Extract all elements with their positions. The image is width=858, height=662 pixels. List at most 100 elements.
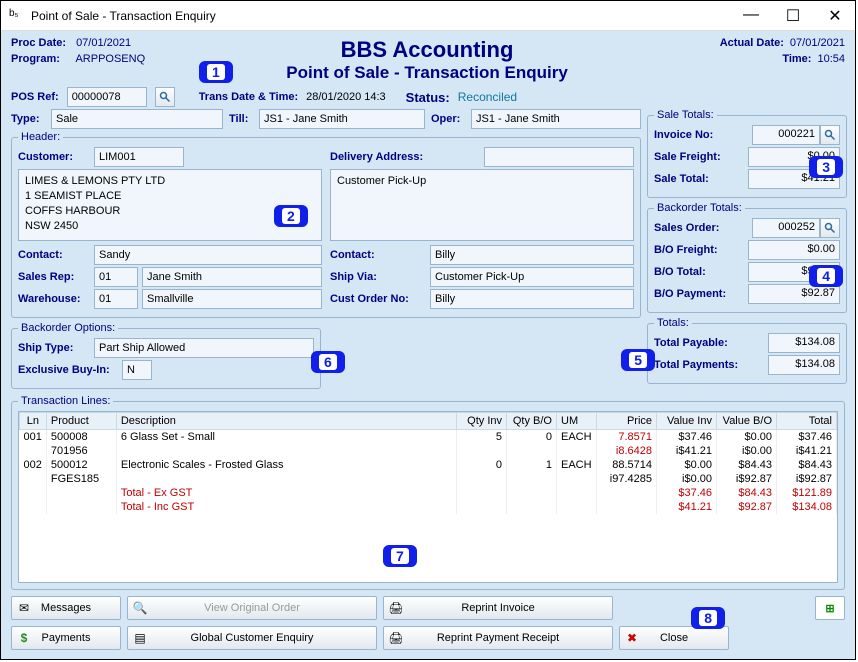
col-total[interactable]: Total — [777, 413, 837, 430]
col-qtybo[interactable]: Qty B/O — [507, 413, 557, 430]
oper-label: Oper: — [431, 113, 465, 125]
table-row[interactable]: 701956i8.6428i$41.21i$0.00i$41.21 — [20, 444, 837, 458]
bo-totals-legend: Backorder Totals: — [654, 202, 745, 214]
invoice-no-label: Invoice No: — [654, 129, 752, 141]
titlebar: b₅ Point of Sale - Transaction Enquiry —… — [1, 1, 855, 31]
col-um[interactable]: UM — [557, 413, 597, 430]
export-excel-button[interactable]: ⊞ — [815, 596, 845, 620]
bo-payment-label: B/O Payment: — [654, 288, 748, 300]
cust-ord-field[interactable]: Billy — [430, 289, 634, 309]
close-window-button[interactable]: ✕ — [823, 6, 847, 26]
col-valinv[interactable]: Value Inv — [657, 413, 717, 430]
actual-date-label: Actual Date: — [709, 37, 784, 49]
dollar-icon: $ — [16, 631, 32, 645]
invoice-search-button[interactable] — [820, 125, 840, 145]
totals-legend: Totals: — [654, 317, 692, 329]
bo-total-label: B/O Total: — [654, 266, 748, 278]
table-row[interactable]: FGES185i97.4285i$0.00i$92.87i$92.87 — [20, 472, 837, 486]
oper-field[interactable]: JS1 - Jane Smith — [471, 109, 641, 129]
contact2-label: Contact: — [330, 249, 426, 261]
whse-code-field[interactable]: 01 — [94, 289, 138, 309]
time-label: Time: — [736, 53, 811, 65]
sales-order-field[interactable]: 000252 — [752, 218, 820, 238]
col-qtyinv[interactable]: Qty Inv — [457, 413, 507, 430]
customer-label: Customer: — [18, 151, 90, 163]
invoice-no-field[interactable]: 000221 — [752, 125, 820, 145]
excl-buy-label: Exclusive Buy-In: — [18, 364, 118, 376]
table-row[interactable]: 002500012Electronic Scales - Frosted Gla… — [20, 458, 837, 472]
rep-code-field[interactable]: 01 — [94, 267, 138, 287]
proc-date-label: Proc Date: — [11, 37, 73, 49]
printer-icon: 🖨 — [388, 601, 404, 615]
ship-via-field[interactable]: Customer Pick-Up — [430, 267, 634, 287]
contact2-field[interactable]: Billy — [430, 245, 634, 265]
type-field[interactable]: Sale — [51, 109, 223, 129]
lines-table: Ln Product Description Qty Inv Qty B/O U… — [19, 412, 837, 514]
sale-totals-fieldset: Sale Totals: Invoice No:000221 Sale Frei… — [647, 109, 847, 198]
header-fieldset: Header: Customer:LIM001 LIMES & LEMONS P… — [11, 131, 641, 318]
rep-label: Sales Rep: — [18, 271, 90, 283]
sale-total-label: Sale Total: — [654, 173, 748, 185]
view-original-order-button[interactable]: 🔍View Original Order — [127, 596, 377, 620]
delivery-label: Delivery Address: — [330, 151, 480, 163]
app-window: b₅ Point of Sale - Transaction Enquiry —… — [0, 0, 856, 660]
bo-total-field: $92.87 — [748, 262, 840, 282]
totals-fieldset: Totals: Total Payable:$134.08 Total Paym… — [647, 317, 847, 384]
bo-totals-fieldset: Backorder Totals: Sales Order:000252 B/O… — [647, 202, 847, 313]
excl-buy-field[interactable]: N — [122, 360, 152, 380]
bo-freight-label: B/O Freight: — [654, 244, 748, 256]
lines-legend: Transaction Lines: — [18, 395, 113, 407]
till-field[interactable]: JS1 - Jane Smith — [259, 109, 425, 129]
printer-icon: 🖨 — [388, 631, 404, 645]
col-price[interactable]: Price — [597, 413, 657, 430]
pos-ref-search-button[interactable] — [155, 87, 175, 107]
customer-field[interactable]: LIM001 — [94, 147, 184, 167]
table-row[interactable]: 0015000086 Glass Set - Small50EACH7.8571… — [20, 430, 837, 445]
total-payable-field: $134.08 — [768, 333, 840, 353]
backorder-options-fieldset: Backorder Options: Ship Type:Part Ship A… — [11, 322, 321, 389]
payments-button[interactable]: $Payments — [11, 626, 121, 650]
global-customer-enquiry-button[interactable]: ▤Global Customer Enquiry — [127, 626, 377, 650]
col-desc[interactable]: Description — [116, 413, 456, 430]
close-icon: ✖ — [624, 631, 640, 645]
total-payments-label: Total Payments: — [654, 359, 768, 371]
whse-name-field[interactable]: Smallville — [142, 289, 322, 309]
maximize-button[interactable]: ☐ — [781, 6, 805, 26]
till-label: Till: — [229, 113, 253, 125]
search-icon: 🔍 — [132, 601, 148, 615]
reprint-payment-receipt-button[interactable]: 🖨Reprint Payment Receipt — [383, 626, 613, 650]
trans-dt: 28/01/2020 14:3 — [306, 91, 386, 103]
rep-name-field[interactable]: Jane Smith — [142, 267, 322, 287]
col-ln[interactable]: Ln — [20, 413, 47, 430]
bo-payment-field: $92.87 — [748, 284, 840, 304]
total-payments-field: $134.08 — [768, 355, 840, 375]
program-label: Program: — [11, 53, 73, 65]
ship-via-label: Ship Via: — [330, 271, 426, 283]
program: ARPPOSENQ — [75, 53, 145, 65]
app-subtitle: Point of Sale - Transaction Enquiry — [286, 63, 568, 83]
delivery-address-box: Customer Pick-Up — [330, 169, 634, 241]
messages-button[interactable]: ✉Messages — [11, 596, 121, 620]
sale-freight-field: $0.00 — [748, 147, 840, 167]
sale-freight-label: Sale Freight: — [654, 151, 748, 163]
total-payable-label: Total Payable: — [654, 337, 768, 349]
pos-ref-field[interactable]: 00000078 — [67, 87, 147, 107]
trans-dt-label: Trans Date & Time: — [199, 91, 298, 103]
sales-order-search-button[interactable] — [820, 218, 840, 238]
col-valbo[interactable]: Value B/O — [717, 413, 777, 430]
ship-type-label: Ship Type: — [18, 342, 90, 354]
reprint-invoice-button[interactable]: 🖨Reprint Invoice — [383, 596, 613, 620]
contact-field[interactable]: Sandy — [94, 245, 322, 265]
lines-table-wrap[interactable]: Ln Product Description Qty Inv Qty B/O U… — [18, 411, 838, 583]
ship-type-field[interactable]: Part Ship Allowed — [94, 338, 314, 358]
actual-date: 07/01/2021 — [790, 37, 845, 49]
app-icon: b₅ — [9, 8, 25, 24]
col-product[interactable]: Product — [46, 413, 116, 430]
time: 10:54 — [817, 53, 845, 65]
content-area: Proc Date: 07/01/2021 Program: ARPPOSENQ… — [1, 31, 855, 659]
delivery-addr-field[interactable] — [484, 147, 634, 167]
whse-label: Warehouse: — [18, 293, 90, 305]
minimize-button[interactable]: — — [739, 6, 763, 26]
close-button[interactable]: ✖Close — [619, 626, 729, 650]
table-total-row: Total - Inc GST$41.21$92.87$134.08 — [20, 500, 837, 514]
